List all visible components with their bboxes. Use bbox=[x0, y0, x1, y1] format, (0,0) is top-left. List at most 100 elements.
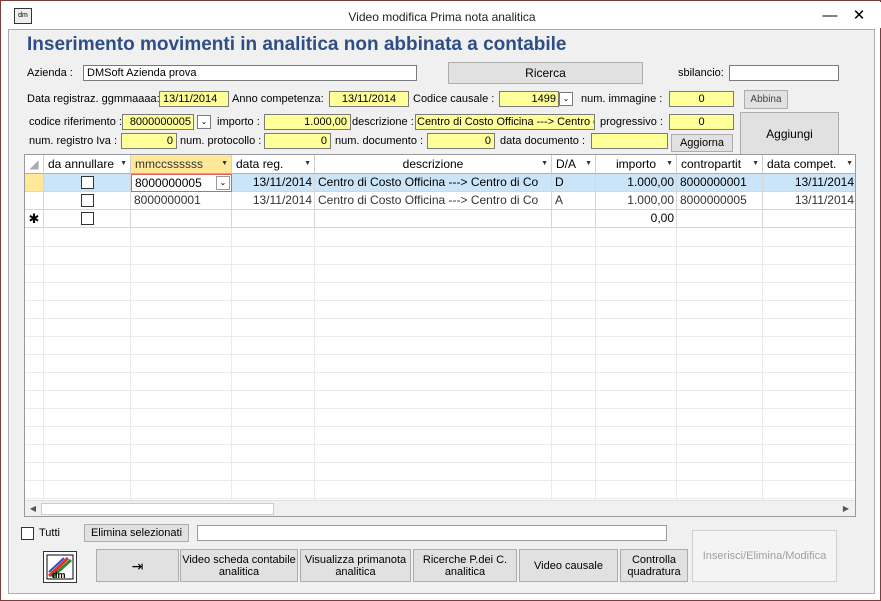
column-header-label: da annullare bbox=[48, 157, 115, 171]
da-annullare-checkbox[interactable] bbox=[81, 176, 94, 189]
table-cell-contropartita[interactable] bbox=[677, 210, 763, 228]
column-header-label: data compet. bbox=[767, 157, 837, 171]
controlla-quadratura-button[interactable]: Controlla quadratura bbox=[620, 549, 688, 582]
grid-line bbox=[25, 354, 855, 355]
chevron-down-icon: ▼ bbox=[666, 160, 673, 167]
exit-button[interactable]: ⇥ bbox=[96, 549, 179, 582]
column-header-data-compet[interactable]: data compet. ▼ bbox=[763, 155, 855, 174]
movements-grid[interactable]: ◢ da annullare ▼ mmccssssss ▼ data reg. ▼ d… bbox=[24, 154, 856, 517]
column-header-descrizione[interactable]: descrizione ▼ bbox=[315, 155, 552, 174]
table-cell-conto-editing[interactable]: 8000000005 ⌄ bbox=[131, 174, 232, 192]
status-field[interactable] bbox=[197, 525, 667, 541]
num-immagine-field[interactable]: 0 bbox=[669, 91, 734, 107]
codice-causale-dropdown[interactable]: ⌄ bbox=[559, 92, 573, 106]
close-button[interactable]: ✕ bbox=[844, 6, 874, 26]
table-cell-data-compet[interactable] bbox=[763, 210, 855, 228]
scroll-left-icon[interactable]: ◀ bbox=[27, 503, 39, 515]
grid-line bbox=[231, 228, 232, 500]
tutti-label: Tutti bbox=[39, 527, 60, 539]
anno-competenza-field[interactable]: 13/11/2014 bbox=[329, 91, 409, 107]
inserisci-elimina-modifica-button[interactable]: Inserisci/Elimina/Modifica bbox=[692, 530, 837, 582]
table-cell-conto[interactable]: 8000000001 bbox=[131, 192, 232, 210]
chevron-down-icon: ▼ bbox=[541, 160, 548, 167]
progressivo-field[interactable]: 0 bbox=[669, 114, 734, 130]
aggiorna-button[interactable]: Aggiorna bbox=[671, 134, 733, 152]
sbilancio-field[interactable] bbox=[729, 65, 839, 81]
page-title: Inserimento movimenti in analitica non a… bbox=[27, 34, 567, 55]
table-cell-conto[interactable] bbox=[131, 210, 232, 228]
data-documento-label: data documento : bbox=[500, 135, 586, 147]
scrollbar-thumb[interactable] bbox=[41, 503, 274, 515]
chevron-down-icon: ▼ bbox=[752, 160, 759, 167]
chevron-down-icon[interactable]: ⌄ bbox=[216, 176, 230, 190]
azienda-field[interactable]: DMSoft Azienda prova bbox=[83, 65, 417, 81]
sbilancio-label: sbilancio: bbox=[678, 67, 724, 79]
grid-line bbox=[595, 228, 596, 500]
video-causale-button[interactable]: Video causale bbox=[519, 549, 618, 582]
da-annullare-checkbox[interactable] bbox=[81, 212, 94, 225]
row-selector[interactable] bbox=[25, 174, 44, 192]
horizontal-scrollbar[interactable]: ◀ ▶ bbox=[25, 500, 855, 516]
table-cell-data-reg[interactable] bbox=[232, 210, 315, 228]
num-protocollo-label: num. protocollo : bbox=[180, 135, 262, 147]
column-header-label: descrizione bbox=[402, 157, 464, 171]
dm-logo-button[interactable]: dm bbox=[43, 551, 77, 583]
codice-riferimento-dropdown[interactable]: ⌄ bbox=[197, 115, 211, 129]
grid-corner[interactable]: ◢ bbox=[25, 155, 44, 174]
column-header-da-annullare[interactable]: da annullare ▼ bbox=[44, 155, 131, 174]
table-cell-da[interactable] bbox=[552, 210, 596, 228]
grid-line bbox=[25, 426, 855, 427]
video-scheda-button[interactable]: Video scheda contabile analitica bbox=[180, 549, 298, 582]
codice-riferimento-field[interactable]: 8000000005 bbox=[122, 114, 194, 130]
num-documento-field[interactable]: 0 bbox=[427, 133, 495, 149]
table-cell-descrizione: Centro di Costo Officina ---> Centro di … bbox=[315, 192, 552, 210]
chevron-down-icon: ▼ bbox=[221, 160, 228, 167]
column-header-label: data reg. bbox=[236, 157, 284, 171]
tutti-checkbox[interactable] bbox=[21, 527, 34, 540]
importo-field[interactable]: 1.000,00 bbox=[264, 114, 351, 130]
chevron-down-icon: ▼ bbox=[304, 160, 311, 167]
grid-line bbox=[130, 228, 131, 500]
data-documento-field[interactable] bbox=[591, 133, 668, 149]
grid-line bbox=[25, 480, 855, 481]
ricerca-button[interactable]: Ricerca bbox=[448, 62, 643, 84]
codice-riferimento-text: codice riferimento : bbox=[29, 116, 122, 128]
table-cell-data-compet: 13/11/2014 bbox=[763, 192, 855, 210]
column-header-importo[interactable]: importo ▼ bbox=[596, 155, 677, 174]
grid-line bbox=[25, 444, 855, 445]
table-cell-data-compet: 13/11/2014 bbox=[763, 174, 855, 192]
elimina-selezionati-button[interactable]: Elimina selezionati bbox=[84, 524, 189, 542]
table-cell-da-annullare bbox=[44, 210, 131, 228]
table-cell-importo: 1.000,00 bbox=[596, 192, 677, 210]
column-header-label: mmccssssss bbox=[135, 157, 203, 171]
column-header-contropartita[interactable]: contropartit ▼ bbox=[677, 155, 763, 174]
table-cell-importo[interactable]: 0,00 bbox=[596, 210, 677, 228]
num-protocollo-field[interactable]: 0 bbox=[264, 133, 331, 149]
data-registrazione-field[interactable]: 13/11/2014 bbox=[159, 91, 229, 107]
minimize-button[interactable]: — bbox=[815, 6, 845, 26]
cell-value: 8000000005 bbox=[135, 176, 202, 190]
da-annullare-checkbox[interactable] bbox=[81, 194, 94, 207]
codice-causale-field[interactable]: 1499 bbox=[499, 91, 559, 107]
abbina-button[interactable]: Abbina bbox=[744, 90, 788, 109]
data-registrazione-label: Data registraz. ggmmaaaa: bbox=[27, 93, 160, 105]
dm-logo-icon: dm bbox=[46, 554, 74, 580]
scroll-right-icon[interactable]: ▶ bbox=[840, 503, 852, 515]
column-header-conto[interactable]: mmccssssss ▼ bbox=[131, 155, 232, 174]
table-cell-descrizione[interactable] bbox=[315, 210, 552, 228]
ricerche-pdc-button[interactable]: Ricerche P.dei C. analitica bbox=[413, 549, 517, 582]
table-cell-contropartita: 8000000005 bbox=[677, 192, 763, 210]
row-selector[interactable] bbox=[25, 192, 44, 210]
descrizione-label: descrizione : bbox=[352, 116, 414, 128]
num-registro-iva-field[interactable]: 0 bbox=[121, 133, 177, 149]
aggiungi-button[interactable]: Aggiungi bbox=[740, 112, 839, 155]
column-header-data-reg[interactable]: data reg. ▼ bbox=[232, 155, 315, 174]
form-body: Inserimento movimenti in analitica non a… bbox=[8, 29, 875, 594]
descrizione-field[interactable]: Centro di Costo Officina ---> Centro di bbox=[415, 114, 595, 130]
table-cell-data-reg: 13/11/2014 bbox=[232, 192, 315, 210]
column-header-da[interactable]: D/A ▼ bbox=[552, 155, 596, 174]
chevron-down-icon: ▼ bbox=[846, 160, 853, 167]
grid-line bbox=[25, 498, 855, 499]
visualizza-primanota-button[interactable]: Visualizza primanota analitica bbox=[300, 549, 411, 582]
table-cell-descrizione: Centro di Costo Officina ---> Centro di … bbox=[315, 174, 552, 192]
